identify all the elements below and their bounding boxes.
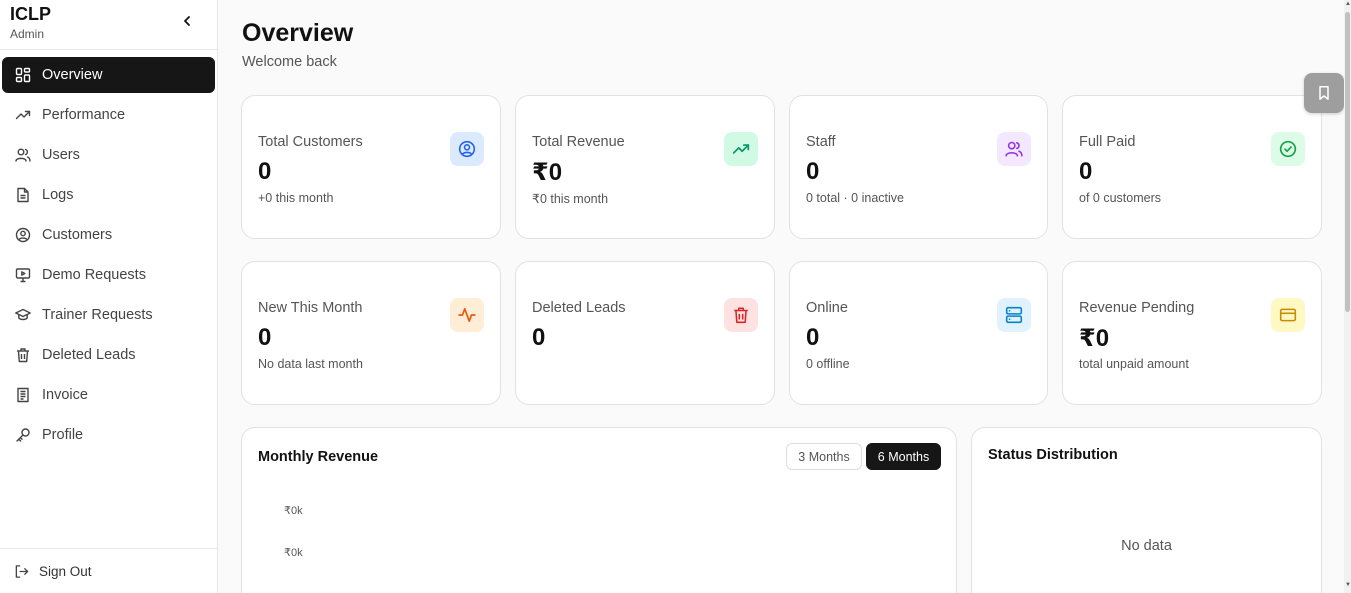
stat-card-new-this-month: New This Month 0 No data last month	[241, 261, 501, 405]
server-icon	[997, 298, 1031, 332]
sidebar-item-demo-requests[interactable]: Demo Requests	[2, 257, 215, 293]
page-subtitle: Welcome back	[242, 54, 337, 70]
sidebar-item-label: Performance	[42, 107, 126, 123]
stat-card-total-revenue: Total Revenue ₹0 ₹0 this month	[515, 95, 775, 239]
stat-sub: 0 total · 0 inactive	[806, 191, 904, 205]
stat-sub: +0 this month	[258, 191, 334, 205]
stat-label: Revenue Pending	[1079, 300, 1195, 316]
sidebar-item-label: Profile	[42, 427, 84, 443]
stat-label: Total Customers	[258, 134, 363, 150]
user-circle-icon	[14, 226, 32, 244]
stat-label: New This Month	[258, 300, 363, 316]
range-6-months-button[interactable]: 6 Months	[866, 443, 941, 470]
sidebar-item-invoice[interactable]: Invoice	[2, 377, 215, 413]
sidebar-item-overview[interactable]: Overview	[2, 57, 215, 93]
users-icon	[997, 132, 1031, 166]
status-distribution-card: Status Distribution No data	[971, 427, 1322, 593]
graduation-cap-icon	[14, 306, 32, 324]
stat-card-full-paid: Full Paid 0 of 0 customers	[1062, 95, 1322, 239]
stat-sub: total unpaid amount	[1079, 357, 1189, 371]
sidebar-item-label: Deleted Leads	[42, 347, 136, 363]
stat-sub: 0 offline	[806, 357, 850, 371]
monthly-revenue-card: Monthly Revenue 3 Months 6 Months ₹0k ₹0…	[241, 427, 957, 593]
sidebar-nav: Overview Performance Users Logs Customer…	[0, 50, 217, 453]
stat-card-revenue-pending: Revenue Pending ₹0 total unpaid amount	[1062, 261, 1322, 405]
stat-label: Total Revenue	[532, 134, 625, 150]
stat-value: 0	[532, 324, 546, 351]
sidebar-item-label: Overview	[42, 67, 103, 83]
stat-card-deleted-leads: Deleted Leads 0	[515, 261, 775, 405]
bookmark-icon	[1319, 86, 1329, 100]
key-icon	[14, 426, 32, 444]
stat-label: Deleted Leads	[532, 300, 626, 316]
stat-value: ₹0	[1079, 325, 1110, 352]
sign-out-button[interactable]: Sign Out	[0, 548, 217, 593]
sidebar-item-performance[interactable]: Performance	[2, 97, 215, 133]
users-icon	[14, 146, 32, 164]
credit-card-icon	[1271, 298, 1305, 332]
sidebar-item-label: Invoice	[42, 387, 88, 403]
sidebar-item-label: Customers	[42, 227, 113, 243]
trending-up-icon	[724, 132, 758, 166]
page-title: Overview	[242, 19, 354, 47]
stat-sub: No data last month	[258, 357, 363, 371]
stat-sub: of 0 customers	[1079, 191, 1161, 205]
trash-icon	[14, 346, 32, 364]
scroll-up-icon[interactable]: ▲	[1345, 1, 1351, 7]
page-scrollbar[interactable]: ▲ ▼	[1344, 0, 1351, 593]
stat-label: Staff	[806, 134, 836, 150]
sign-out-label: Sign Out	[39, 563, 92, 579]
monitor-play-icon	[14, 266, 32, 284]
log-out-icon	[12, 562, 30, 580]
brand-header: ICLP Admin	[0, 0, 217, 50]
empty-state-text: No data	[1121, 538, 1172, 554]
user-circle-icon	[450, 132, 484, 166]
scrollbar-thumb[interactable]	[1345, 12, 1350, 312]
receipt-icon	[14, 386, 32, 404]
scroll-down-icon[interactable]: ▼	[1345, 582, 1351, 588]
stat-value: 0	[258, 158, 272, 185]
trash-icon	[724, 298, 758, 332]
activity-icon	[450, 298, 484, 332]
main-content: Overview Welcome back Total Customers 0 …	[218, 0, 1351, 593]
stat-label: Online	[806, 300, 848, 316]
stat-value: ₹0	[532, 159, 563, 186]
sidebar-item-label: Demo Requests	[42, 267, 146, 283]
stat-value: 0	[1079, 158, 1093, 185]
sidebar-item-customers[interactable]: Customers	[2, 217, 215, 253]
trending-up-icon	[14, 106, 32, 124]
stat-sub: ₹0 this month	[532, 192, 609, 206]
sidebar-item-label: Logs	[42, 187, 74, 203]
sidebar-item-trainer-requests[interactable]: Trainer Requests	[2, 297, 215, 333]
y-axis-tick: ₹0k	[284, 505, 303, 517]
stat-label: Full Paid	[1079, 134, 1136, 150]
collapse-sidebar-button[interactable]	[178, 12, 196, 30]
sidebar-item-deleted-leads[interactable]: Deleted Leads	[2, 337, 215, 373]
sidebar-item-users[interactable]: Users	[2, 137, 215, 173]
grid-icon	[14, 66, 32, 84]
stat-value: 0	[806, 324, 820, 351]
chevron-left-icon	[184, 16, 190, 26]
sidebar-item-profile[interactable]: Profile	[2, 417, 215, 453]
sidebar-item-label: Trainer Requests	[42, 307, 153, 323]
file-text-icon	[14, 186, 32, 204]
status-distribution-title: Status Distribution	[988, 447, 1118, 463]
bookmark-button[interactable]	[1304, 73, 1344, 113]
sidebar-item-label: Users	[42, 147, 80, 163]
sidebar-item-logs[interactable]: Logs	[2, 177, 215, 213]
stat-value: 0	[258, 324, 272, 351]
sidebar: ICLP Admin Overview Performance Users Lo…	[0, 0, 218, 593]
stat-card-total-customers: Total Customers 0 +0 this month	[241, 95, 501, 239]
range-3-months-button[interactable]: 3 Months	[786, 443, 862, 470]
y-axis-tick: ₹0k	[284, 547, 303, 559]
stat-card-online: Online 0 0 offline	[789, 261, 1048, 405]
stat-value: 0	[806, 158, 820, 185]
stat-card-staff: Staff 0 0 total · 0 inactive	[789, 95, 1048, 239]
check-circle-icon	[1271, 132, 1305, 166]
monthly-revenue-title: Monthly Revenue	[258, 449, 379, 465]
